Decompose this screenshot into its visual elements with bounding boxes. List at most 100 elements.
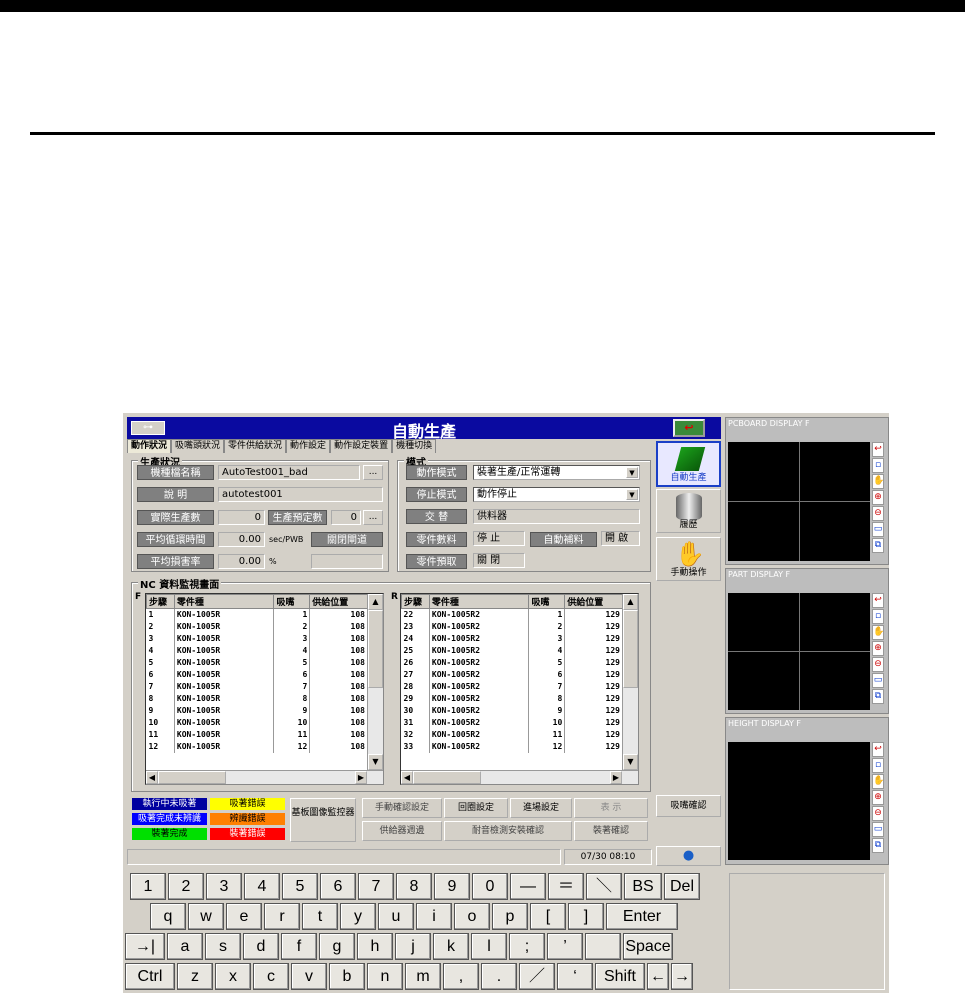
column-header[interactable]: 零件種	[173, 594, 275, 609]
key-row2-11[interactable]: ]	[568, 903, 604, 930]
tab-operation-device[interactable]: 動作設定裝置	[330, 439, 393, 453]
zoom-in-icon[interactable]: ⊕	[872, 641, 884, 656]
table-row[interactable]: 22 KON-1005R2 1 129	[401, 608, 623, 621]
key-row1-13[interactable]: BS	[624, 873, 662, 900]
key-row1-11[interactable]: ＝	[548, 873, 584, 900]
manual-confirm-settings-button[interactable]: 手動確認設定	[362, 798, 442, 818]
front-nc-table[interactable]: 步驟 零件種 吸嘴 供給位置 1 KON-1005R 1 108 2 KON-1005R 2…	[145, 593, 384, 785]
key-row2-8[interactable]: o	[454, 903, 490, 930]
table-row[interactable]: 2 KON-1005R 2 108	[146, 620, 368, 633]
key-row1-6[interactable]: 7	[358, 873, 394, 900]
column-header[interactable]: 步驟	[146, 594, 175, 609]
nozzle-confirm-button[interactable]: 吸嘴確認	[656, 795, 721, 817]
key-row3-3[interactable]: d	[243, 933, 279, 960]
undo-icon[interactable]: ↩	[872, 442, 884, 457]
frame-icon[interactable]: ▫	[872, 609, 884, 624]
key-row2-6[interactable]: u	[378, 903, 414, 930]
scroll-thumb[interactable]	[413, 771, 481, 784]
table-row[interactable]: 24 KON-1005R2 3 129	[401, 632, 623, 645]
key-row4-14[interactable]: →	[671, 963, 693, 990]
key-row4-10[interactable]: ／	[519, 963, 555, 990]
key-row1-14[interactable]: Del	[664, 873, 700, 900]
key-row4-13[interactable]: ←	[647, 963, 669, 990]
tab-operation-status[interactable]: 動作狀況	[127, 439, 172, 453]
scroll-up-icon[interactable]: ▲	[368, 594, 383, 610]
window-icon[interactable]: ▭	[872, 522, 884, 537]
key-row1-0[interactable]: 1	[130, 873, 166, 900]
key-row3-12[interactable]	[585, 933, 621, 960]
close-gate-button[interactable]: 關閉閘道	[311, 532, 383, 547]
copy-icon[interactable]: ⧉	[872, 838, 884, 853]
zoom-out-icon[interactable]: ⊖	[872, 657, 884, 672]
key-row4-2[interactable]: x	[215, 963, 251, 990]
key-row3-8[interactable]: k	[433, 933, 469, 960]
front-horizontal-scrollbar[interactable]: ◀ ▶	[146, 770, 383, 784]
window-icon[interactable]: ▭	[872, 822, 884, 837]
supply-peripheral-button[interactable]: 供給器週邊	[362, 821, 442, 841]
key-row2-4[interactable]: t	[302, 903, 338, 930]
table-row[interactable]: 23 KON-1005R2 2 129	[401, 620, 623, 633]
feed-settings-button[interactable]: 進場設定	[510, 798, 572, 818]
manual-operation-button[interactable]: ✋ 手動操作	[656, 537, 721, 581]
mount-confirm-button[interactable]: 裝著確認	[574, 821, 648, 841]
column-header[interactable]: 供給位置	[564, 594, 623, 609]
key-row1-1[interactable]: 2	[168, 873, 204, 900]
table-row[interactable]: 7 KON-1005R 7 108	[146, 680, 368, 693]
column-header[interactable]: 吸嘴	[273, 594, 311, 609]
table-row[interactable]: 29 KON-1005R2 8 129	[401, 692, 623, 705]
key-row3-0[interactable]: →|	[125, 933, 165, 960]
table-row[interactable]: 32 KON-1005R2 11 129	[401, 728, 623, 741]
table-row[interactable]: 8 KON-1005R 8 108	[146, 692, 368, 705]
auto-production-button[interactable]: 自動生產	[656, 441, 721, 487]
key-row3-10[interactable]: ;	[509, 933, 545, 960]
pcboard-display-view[interactable]	[728, 442, 870, 561]
table-row[interactable]: 10 KON-1005R 10 108	[146, 716, 368, 729]
key-row1-9[interactable]: 0	[472, 873, 508, 900]
table-row[interactable]: 1 KON-1005R 1 108	[146, 608, 368, 621]
key-row3-7[interactable]: j	[395, 933, 431, 960]
column-header[interactable]: 供給位置	[309, 594, 368, 609]
rear-nc-table[interactable]: 步驟 零件種 吸嘴 供給位置 22 KON-1005R2 1 129 23 KON-100…	[400, 593, 639, 785]
abnormal-check-button[interactable]: 耐音檢測安裝確認	[444, 821, 572, 841]
table-row[interactable]: 33 KON-1005R2 12 129	[401, 740, 623, 753]
key-row3-9[interactable]: l	[471, 933, 507, 960]
scroll-right-icon[interactable]: ▶	[610, 771, 622, 784]
copy-icon[interactable]: ⧉	[872, 689, 884, 704]
key-row2-3[interactable]: r	[264, 903, 300, 930]
planned-browse-button[interactable]: ...	[363, 510, 383, 525]
pan-icon[interactable]: ✋	[872, 474, 884, 489]
height-display-view[interactable]	[728, 742, 870, 860]
table-row[interactable]: 6 KON-1005R 6 108	[146, 668, 368, 681]
key-row1-5[interactable]: 6	[320, 873, 356, 900]
scroll-thumb[interactable]	[158, 771, 226, 784]
key-row4-8[interactable]: ,	[443, 963, 479, 990]
key-row4-5[interactable]: b	[329, 963, 365, 990]
frame-icon[interactable]: ▫	[872, 458, 884, 473]
front-vertical-scrollbar[interactable]: ▲ ▼	[367, 594, 383, 770]
window-icon[interactable]: ▭	[872, 673, 884, 688]
copy-icon[interactable]: ⧉	[872, 538, 884, 553]
scroll-down-icon[interactable]: ▼	[623, 754, 638, 770]
key-row1-2[interactable]: 3	[206, 873, 242, 900]
operation-mode-select[interactable]: 裝著生產/正常運轉 ▼	[473, 465, 640, 480]
key-row3-13[interactable]: Space	[623, 933, 673, 960]
column-header[interactable]: 零件種	[428, 594, 530, 609]
frame-icon[interactable]: ▫	[872, 758, 884, 773]
pan-icon[interactable]: ✋	[872, 774, 884, 789]
key-row2-5[interactable]: y	[340, 903, 376, 930]
zoom-out-icon[interactable]: ⊖	[872, 806, 884, 821]
table-row[interactable]: 11 KON-1005R 11 108	[146, 728, 368, 741]
key-row1-12[interactable]: ＼	[586, 873, 622, 900]
key-row2-0[interactable]: q	[150, 903, 186, 930]
key-row2-7[interactable]: i	[416, 903, 452, 930]
table-row[interactable]: 25 KON-1005R2 4 129	[401, 644, 623, 657]
globe-button[interactable]: ●	[656, 846, 721, 866]
board-monitor-button[interactable]: 基板圖像監控器	[290, 798, 356, 842]
key-row4-0[interactable]: Ctrl	[125, 963, 175, 990]
table-row[interactable]: 26 KON-1005R2 5 129	[401, 656, 623, 669]
history-button[interactable]: 履歷	[656, 489, 721, 533]
loop-settings-button[interactable]: 回圈設定	[444, 798, 508, 818]
scroll-up-icon[interactable]: ▲	[623, 594, 638, 610]
table-row[interactable]: 27 KON-1005R2 6 129	[401, 668, 623, 681]
zoom-out-icon[interactable]: ⊖	[872, 506, 884, 521]
